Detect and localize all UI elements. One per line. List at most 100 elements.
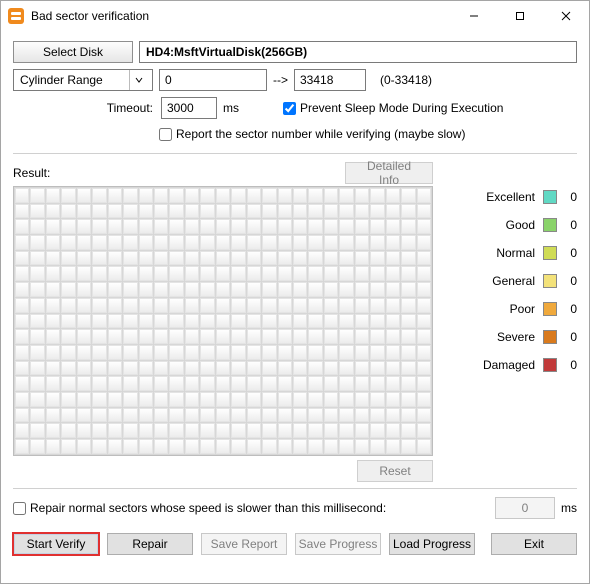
sector-cell: [77, 188, 91, 203]
sector-cell: [15, 251, 29, 266]
sector-cell: [108, 314, 122, 329]
sector-cell: [386, 423, 400, 438]
sector-cell: [154, 219, 168, 234]
sector-cell: [293, 376, 307, 391]
repair-threshold-value: [495, 497, 555, 519]
sector-cell: [386, 235, 400, 250]
load-progress-button[interactable]: Load Progress: [389, 533, 475, 555]
sector-cell: [247, 376, 261, 391]
sector-cell: [308, 282, 322, 297]
separator-bottom: [13, 488, 577, 489]
sector-cell: [77, 439, 91, 454]
sector-cell: [231, 376, 245, 391]
maximize-button[interactable]: [497, 1, 543, 31]
sector-cell: [139, 345, 153, 360]
sector-cell: [30, 361, 44, 376]
sector-cell: [185, 282, 199, 297]
sector-cell: [185, 361, 199, 376]
sector-cell: [139, 219, 153, 234]
detailed-info-button[interactable]: Detailed Info: [345, 162, 433, 184]
sector-cell: [355, 392, 369, 407]
timeout-label: Timeout:: [13, 101, 155, 115]
range-from-input[interactable]: [159, 69, 267, 91]
sector-cell: [200, 235, 214, 250]
sector-cell: [46, 282, 60, 297]
select-disk-button[interactable]: Select Disk: [13, 41, 133, 63]
sector-cell: [324, 219, 338, 234]
sector-cell: [417, 423, 431, 438]
sector-cell: [401, 329, 415, 344]
sector-cell: [108, 408, 122, 423]
sector-cell: [324, 361, 338, 376]
sector-cell: [30, 298, 44, 313]
legend-label: Poor: [471, 302, 535, 316]
sector-cell: [46, 376, 60, 391]
sector-cell: [386, 251, 400, 266]
sector-cell: [231, 361, 245, 376]
sector-cell: [247, 345, 261, 360]
sector-cell: [231, 439, 245, 454]
sector-cell: [339, 423, 353, 438]
sector-cell: [169, 314, 183, 329]
sector-cell: [92, 251, 106, 266]
sector-cell: [308, 376, 322, 391]
legend-row-damaged: Damaged0: [443, 358, 577, 372]
reset-button[interactable]: Reset: [357, 460, 433, 482]
timeout-input[interactable]: [161, 97, 217, 119]
range-to-input[interactable]: [294, 69, 366, 91]
start-verify-button[interactable]: Start Verify: [13, 533, 99, 555]
repair-button[interactable]: Repair: [107, 533, 193, 555]
sector-cell: [46, 219, 60, 234]
legend-label: Normal: [471, 246, 535, 260]
prevent-sleep-checkbox[interactable]: Prevent Sleep Mode During Execution: [283, 101, 503, 115]
sector-cell: [324, 282, 338, 297]
report-sector-checkbox[interactable]: Report the sector number while verifying…: [159, 127, 465, 141]
sector-cell: [15, 345, 29, 360]
sector-cell: [108, 376, 122, 391]
sector-cell: [200, 314, 214, 329]
sector-cell: [262, 188, 276, 203]
report-sector-input[interactable]: [159, 128, 172, 141]
excellent-swatch-icon: [543, 190, 557, 204]
sector-cell: [231, 329, 245, 344]
range-mode-select[interactable]: Cylinder Range: [13, 69, 153, 91]
sector-cell: [308, 251, 322, 266]
sector-cell: [386, 266, 400, 281]
sector-cell: [200, 298, 214, 313]
exit-button[interactable]: Exit: [491, 533, 577, 555]
sector-cell: [401, 219, 415, 234]
sector-cell: [77, 314, 91, 329]
sector-cell: [293, 251, 307, 266]
sector-cell: [386, 376, 400, 391]
minimize-button[interactable]: [451, 1, 497, 31]
sector-cell: [108, 188, 122, 203]
sector-cell: [108, 392, 122, 407]
sector-cell: [417, 298, 431, 313]
sector-cell: [92, 376, 106, 391]
sector-cell: [123, 361, 137, 376]
sector-cell: [15, 204, 29, 219]
sector-cell: [154, 282, 168, 297]
sector-cell: [231, 282, 245, 297]
repair-threshold-checkbox[interactable]: Repair normal sectors whose speed is slo…: [13, 501, 386, 515]
sector-cell: [139, 204, 153, 219]
sector-cell: [278, 251, 292, 266]
sector-cell: [247, 219, 261, 234]
window-body: Select Disk HD4:MsftVirtualDisk(256GB) C…: [1, 31, 589, 583]
sector-cell: [77, 392, 91, 407]
sector-cell: [30, 408, 44, 423]
sector-cell: [123, 298, 137, 313]
sector-cell: [370, 361, 384, 376]
close-button[interactable]: [543, 1, 589, 31]
prevent-sleep-input[interactable]: [283, 102, 296, 115]
repair-threshold-input[interactable]: [13, 502, 26, 515]
selected-disk-field: HD4:MsftVirtualDisk(256GB): [139, 41, 577, 63]
sector-cell: [154, 235, 168, 250]
sector-cell: [417, 204, 431, 219]
sector-cell: [247, 361, 261, 376]
sector-cell: [370, 329, 384, 344]
sector-cell: [185, 204, 199, 219]
sector-cell: [386, 219, 400, 234]
sector-cell: [77, 266, 91, 281]
sector-cell: [61, 345, 75, 360]
